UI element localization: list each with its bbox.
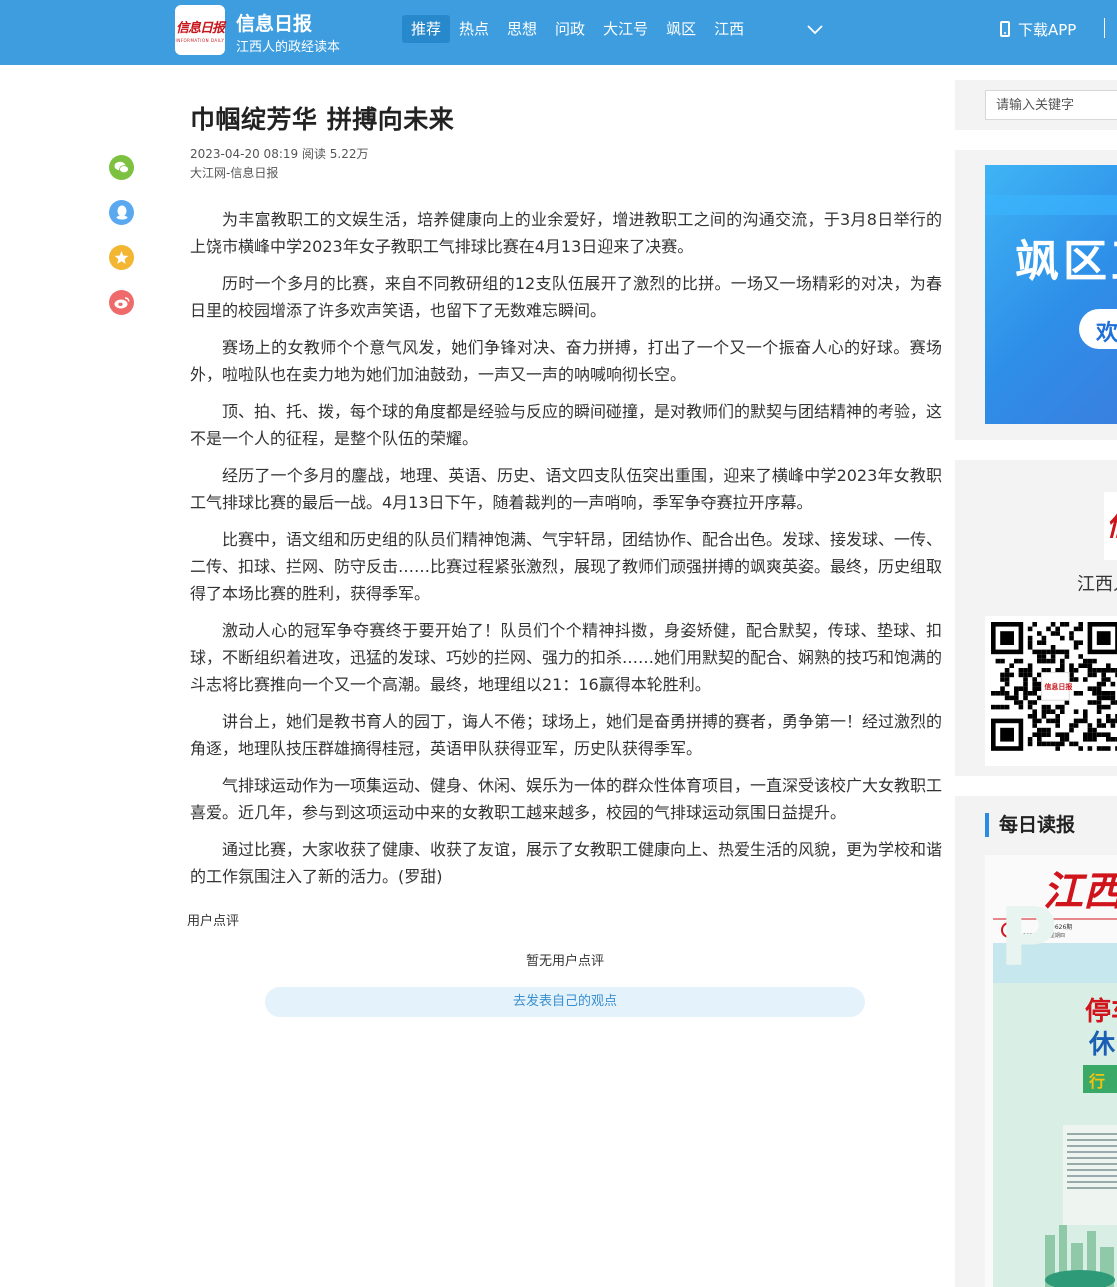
logo-subtext: INFORMATION DAILY xyxy=(175,38,225,43)
nav-item-dajiang[interactable]: 大江号 xyxy=(594,15,657,43)
nav-item-recommend[interactable]: 推荐 xyxy=(402,15,451,43)
banner-pill-text: 欢 xyxy=(1096,321,1117,346)
svg-text:P: P xyxy=(999,891,1058,984)
comments-heading: 用户点评 xyxy=(187,914,240,929)
article-title: 巾帼绽芳华 拼搏向未来 xyxy=(190,105,455,134)
article-source: 大江网-信息日报 xyxy=(190,166,279,180)
qzone-icon xyxy=(114,251,129,264)
article-paragraph: 激动人心的冠军争夺赛终于要开始了！队员们个个精神抖擞，身姿矫健，配合默契，传球、… xyxy=(190,621,943,694)
wechat-icon xyxy=(114,161,129,174)
app-logo-glyph: 信 xyxy=(1106,500,1117,544)
wechat-share-button[interactable] xyxy=(109,155,134,180)
paper-headline-1: 停车 xyxy=(1085,996,1117,1027)
qq-share-button[interactable] xyxy=(109,200,134,225)
post-comment-button[interactable]: 去发表自己的观点 xyxy=(265,987,865,1017)
nav-item-thought[interactable]: 思想 xyxy=(498,15,546,43)
download-app-label: 下载APP xyxy=(1018,20,1077,39)
brand-name[interactable]: 信息日报 xyxy=(236,9,312,36)
logo-text: 信息日报 xyxy=(175,21,225,36)
newspaper-graphic: 江西 第9626期 2023.4.20 星期四 P 停车 休 行 xyxy=(985,855,1117,1287)
article-paragraph: 通过比赛，大家收获了健康、收获了友谊，展示了女教职工健康向上、热爱生活的风貌，更… xyxy=(190,840,943,886)
header-divider xyxy=(1104,18,1105,38)
search-input[interactable] xyxy=(985,90,1117,120)
qr-center-logo: 信息日报 xyxy=(1044,682,1073,691)
site-logo[interactable]: 信息日报 INFORMATION DAILY xyxy=(175,5,225,55)
banner-headline: 飒区正 xyxy=(1015,236,1117,287)
paper-badge: 行 xyxy=(1088,1072,1105,1091)
phone-icon xyxy=(1000,21,1010,37)
nav-item-saqu[interactable]: 飒区 xyxy=(657,15,705,43)
empty-comments-text: 暂无用户点评 xyxy=(525,954,604,969)
qr-code-graphic: 信息日报 xyxy=(991,622,1117,751)
weibo-share-button[interactable] xyxy=(109,290,134,315)
article-paragraph: 赛场上的女教师个个意气风发，她们争锋对决、奋力拼搏，打出了一个又一个振奋人心的好… xyxy=(190,338,942,384)
promo-banner[interactable]: 飒区正 欢 xyxy=(985,165,1117,424)
article-paragraph: 经历了一个多月的鏖战，地理、英语、历史、语文四支队伍突出重围，迎来了横峰中学20… xyxy=(190,466,942,512)
newspaper-thumbnail[interactable]: 江西 第9626期 2023.4.20 星期四 P 停车 休 行 xyxy=(985,855,1117,1287)
article-paragraph: 为丰富教职工的文娱生活，培养健康向上的业余爱好，增进教职工之间的沟通交流，于3月… xyxy=(190,210,942,256)
app-logo: 信 xyxy=(1104,492,1117,560)
article-body: 为丰富教职工的文娱生活，培养健康向上的业余爱好，增进教职工之间的沟通交流，于3月… xyxy=(190,206,942,900)
qzone-share-button[interactable] xyxy=(109,245,134,270)
paper-headline-2: 休 xyxy=(1088,1030,1116,1060)
banner-stripe xyxy=(985,195,1117,215)
nav-item-politics[interactable]: 问政 xyxy=(546,15,594,43)
chevron-down-icon[interactable] xyxy=(806,20,824,38)
article-paragraph: 比赛中，语文组和历史组的队员们精神饱满、气宇轩昂，团结协作、配合出色。发球、接发… xyxy=(190,530,943,603)
brand-slogan: 江西人的政经读本 xyxy=(236,40,341,55)
top-header: 信息日报 INFORMATION DAILY 信息日报 江西人的政经读本 推荐 … xyxy=(0,0,1117,65)
article-paragraph: 气排球运动作为一项集运动、健身、休闲、娱乐为一体的群众性体育项目，一直深受该校广… xyxy=(190,776,943,822)
weibo-icon xyxy=(114,297,129,309)
app-name: 江西人 xyxy=(1077,574,1117,595)
main-nav: 推荐 热点 思想 问政 大江号 飒区 江西 xyxy=(402,15,753,43)
daily-reading-title: 每日读报 xyxy=(985,813,1075,837)
article-paragraph: 顶、拍、托、拨，每个球的角度都是经验与反应的瞬间碰撞，是对教师们的默契与团结精神… xyxy=(190,402,943,448)
nav-item-jiangxi[interactable]: 江西 xyxy=(705,15,753,43)
download-app-button[interactable]: 下载APP xyxy=(1000,18,1076,40)
qq-icon xyxy=(116,205,127,220)
nav-item-hot[interactable]: 热点 xyxy=(450,15,498,43)
article-paragraph: 历时一个多月的比赛，来自不同教研组的12支队伍展开了激烈的比拼。一场又一场精彩的… xyxy=(190,274,942,320)
app-qr-code: 信息日报 xyxy=(985,616,1117,766)
article-meta: 2023-04-20 08:19 阅读 5.22万 xyxy=(190,147,369,161)
article-paragraph: 讲台上，她们是教书育人的园丁，诲人不倦；球场上，她们是奋勇拼搏的赛者，勇争第一！… xyxy=(190,712,943,758)
